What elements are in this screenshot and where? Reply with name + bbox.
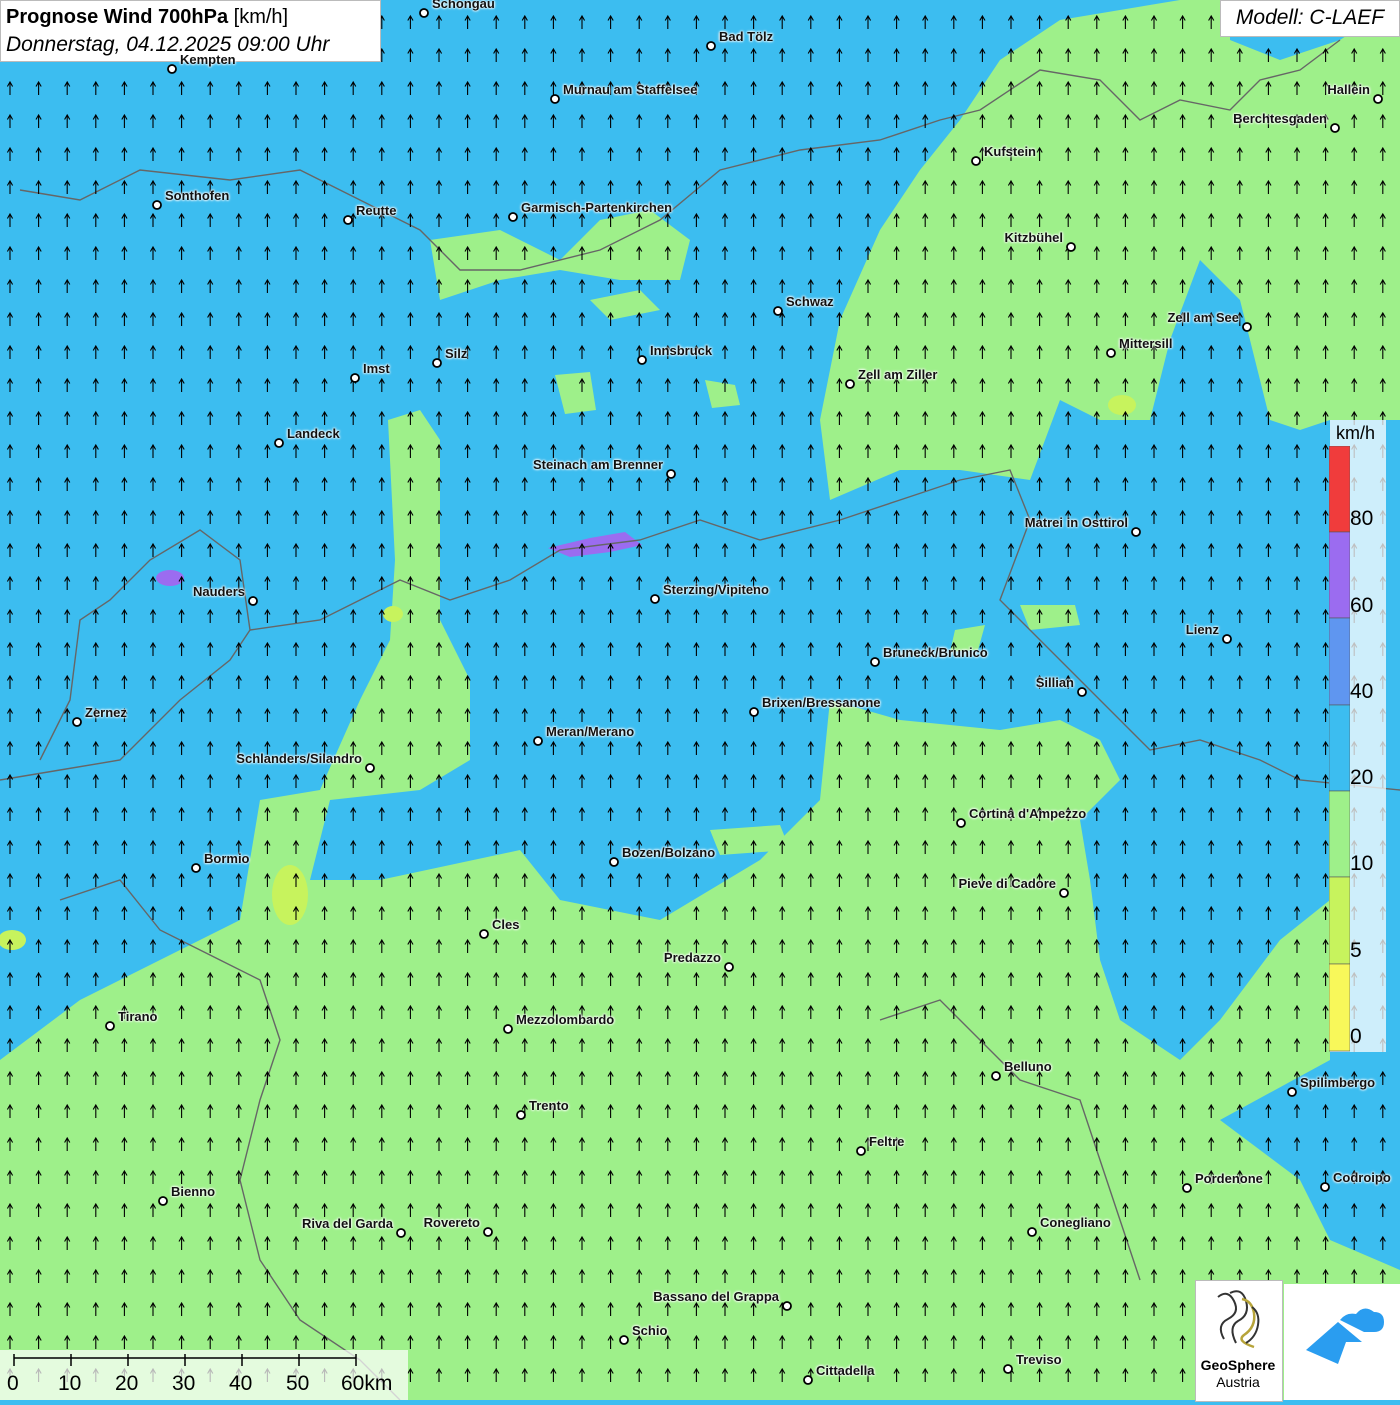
- city-label: Matrei in Osttirol: [1024, 515, 1128, 530]
- model-label: Modell: C-LAEF: [1220, 0, 1400, 37]
- scale-bar: [13, 1354, 357, 1366]
- city-label: Rovereto: [423, 1215, 480, 1230]
- city-label: Silz: [445, 346, 468, 361]
- city-label: Kitzbühel: [1004, 230, 1064, 245]
- calm-patch-3: [383, 606, 403, 622]
- city-label: Zell am Ziller: [858, 367, 938, 382]
- scale-label-30: 30: [172, 1372, 196, 1395]
- calm-patch-2: [1108, 395, 1136, 415]
- purple-patch-west: [156, 570, 184, 586]
- scale-label-10: 10: [58, 1372, 82, 1395]
- city-label: Steinach am Brenner: [532, 457, 663, 472]
- city-label: Zernez: [85, 705, 127, 720]
- legend-swatch-40-60: [1329, 617, 1350, 706]
- city-label: Treviso: [1016, 1352, 1062, 1367]
- map-title: Prognose Wind 700hPa [km/h]: [6, 4, 375, 31]
- title-main: Prognose Wind 700hPa: [6, 6, 229, 28]
- legend-label-60: 60: [1350, 594, 1374, 617]
- cloud-arrow-icon: [1306, 1308, 1384, 1364]
- legend-swatch-0-5: [1329, 963, 1350, 1052]
- partner-logo[interactable]: [1284, 1284, 1400, 1400]
- legend-swatch-10-20: [1329, 790, 1350, 878]
- city-label: Conegliano: [1040, 1215, 1111, 1230]
- city-label: Murnau am Staffelsee: [563, 82, 698, 97]
- city-label: Reutte: [356, 203, 397, 218]
- legend-label-20: 20: [1350, 766, 1374, 789]
- city-label: Schongau: [432, 0, 495, 11]
- city-label: Predazzo: [663, 950, 721, 965]
- city-label: Imst: [363, 361, 390, 376]
- city-label: Berchtesgaden: [1233, 111, 1327, 126]
- city-label: Zell am See: [1167, 310, 1239, 325]
- city-label: Meran/Merano: [546, 724, 635, 739]
- city-label: Garmisch-Partenkirchen: [521, 200, 673, 215]
- legend-unit: km/h: [1336, 423, 1376, 443]
- city-label: Bad Tölz: [719, 29, 774, 44]
- city-label: Mittersill: [1119, 336, 1173, 351]
- legend-swatch-5-10: [1329, 876, 1350, 965]
- scale-label-40: 40: [229, 1372, 253, 1395]
- city-label: Trento: [529, 1098, 569, 1113]
- city-label: Mezzolombardo: [516, 1012, 615, 1027]
- city-label: Feltre: [869, 1134, 905, 1149]
- legend-color-bar: [1329, 446, 1350, 1052]
- geosphere-swirl-icon: [1217, 1290, 1260, 1349]
- geosphere-text: GeoSphere Austria: [1195, 1357, 1281, 1391]
- city-label: Pordenone: [1195, 1171, 1263, 1186]
- city-label: Belluno: [1004, 1059, 1052, 1074]
- city-label: Schlanders/Silandro: [236, 751, 362, 766]
- city-label: Nauders: [192, 584, 245, 599]
- city-label: Bienno: [171, 1184, 216, 1199]
- city-label: Riva del Garda: [301, 1216, 393, 1231]
- city-label: Spilimbergo: [1300, 1075, 1376, 1090]
- city-label: Kempten: [180, 52, 236, 67]
- city-label: Codroipo: [1333, 1170, 1391, 1185]
- legend-label-80: 80: [1350, 507, 1374, 530]
- city-label: Sterzing/Vipiteno: [663, 582, 769, 597]
- city-label: Sillian: [1035, 675, 1074, 690]
- scale-label-0: 0: [7, 1372, 19, 1395]
- city-label: Kufstein: [984, 144, 1036, 159]
- city-label: Bassano del Grappa: [653, 1289, 779, 1304]
- city-label: Cittadella: [816, 1363, 875, 1378]
- city-label: Pieve di Cadore: [958, 876, 1056, 891]
- legend-label-5: 5: [1350, 939, 1362, 962]
- scale-label-60km: 60km: [341, 1372, 393, 1395]
- legend-label-40: 40: [1350, 680, 1374, 703]
- legend-swatch-60-80: [1329, 531, 1350, 619]
- title-unit: [km/h]: [233, 6, 289, 28]
- city-label: Brixen/Bressanone: [762, 695, 881, 710]
- scale-label-50: 50: [286, 1372, 310, 1395]
- city-label: Schwaz: [786, 294, 834, 309]
- calm-patch-1: [272, 865, 308, 925]
- city-label: Bruneck/Brunico: [883, 645, 988, 660]
- scale-label-20: 20: [115, 1372, 139, 1395]
- small-green-6: [710, 825, 790, 855]
- city-label: Hallein: [1327, 82, 1370, 97]
- city-label: Bozen/Bolzano: [622, 845, 716, 860]
- legend-label-10: 10: [1350, 852, 1374, 875]
- city-label: Schio: [632, 1323, 668, 1338]
- legend-swatch-80plus: [1329, 446, 1350, 533]
- city-label: Cortina d'Ampezzo: [969, 806, 1087, 821]
- city-label: Cles: [492, 917, 520, 932]
- city-label: Lienz: [1185, 622, 1219, 637]
- city-label: Innsbruck: [650, 343, 713, 358]
- legend-swatch-20-40: [1329, 704, 1350, 792]
- legend-label-0: 0: [1350, 1025, 1362, 1048]
- geosphere-name: GeoSphere: [1200, 1357, 1276, 1373]
- city-label: Bormio: [204, 851, 250, 866]
- geosphere-country: Austria: [1216, 1374, 1260, 1390]
- city-label: Sonthofen: [165, 188, 230, 203]
- city-label: Landeck: [287, 426, 340, 441]
- city-label: Tirano: [118, 1009, 158, 1024]
